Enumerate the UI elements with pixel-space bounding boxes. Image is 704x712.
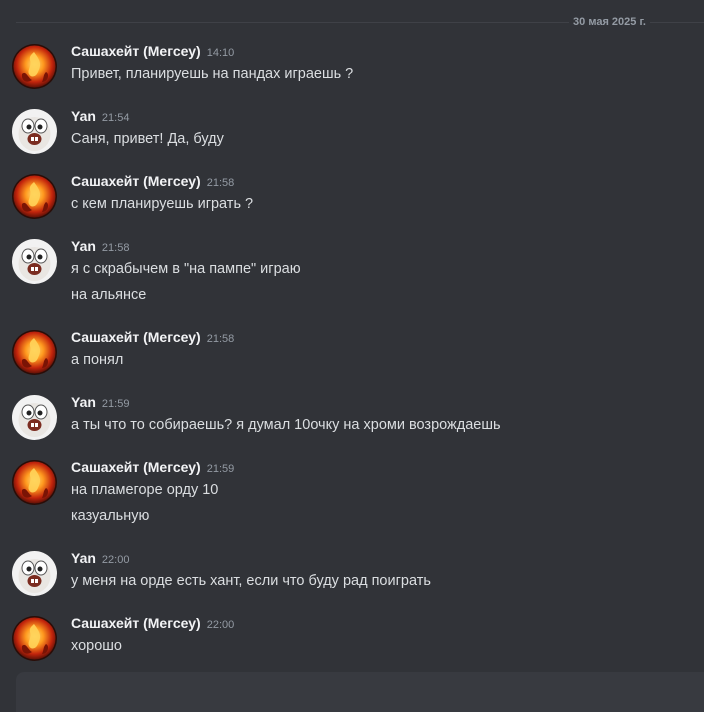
cartoon-face-avatar-icon[interactable]	[12, 239, 57, 284]
message-text: на альянсе	[71, 287, 147, 303]
message-text: я с скрабычем в "на пампе" играю	[71, 261, 301, 277]
message-group: Сашахейт (Мегсеу) 14:10 Привет, планируеш…	[0, 36, 704, 101]
message-author[interactable]: Сашахейт (Мегсеу)	[71, 459, 201, 475]
fire-avatar-icon[interactable]	[12, 616, 57, 661]
cartoon-face-avatar-icon[interactable]	[12, 395, 57, 440]
message-author[interactable]: Yan	[71, 238, 96, 254]
message-timestamp: 21:58	[101, 242, 130, 254]
message-text: на пламегоре орду 10	[71, 482, 219, 498]
date-divider: 30 мая 2025 г.	[569, 14, 650, 30]
message-list: Сашахейт (Мегсеу) 14:10 Привет, планируеш…	[0, 36, 704, 673]
fire-avatar-icon[interactable]	[12, 44, 57, 89]
message-timestamp: 21:59	[101, 398, 130, 410]
message-text: хорошо	[71, 638, 122, 654]
message-author[interactable]: Сашахейт (Мегсеу)	[71, 173, 201, 189]
message-timestamp: 21:58	[206, 177, 235, 189]
message-input[interactable]	[16, 672, 704, 712]
message-group: Yan 21:59 а ты что то собираешь? я думал …	[0, 387, 704, 452]
message-text: с кем планируешь играть ?	[71, 196, 254, 212]
message-author[interactable]: Сашахейт (Мегсеу)	[71, 615, 201, 631]
message-timestamp: 21:54	[101, 112, 130, 124]
message-group: Yan 22:00 у меня на орде есть хант, если …	[0, 543, 704, 608]
message-timestamp: 21:58	[206, 333, 235, 345]
message-timestamp: 22:00	[206, 619, 235, 631]
message-author[interactable]: Yan	[71, 550, 96, 566]
cartoon-face-avatar-icon[interactable]	[12, 109, 57, 154]
cartoon-face-avatar-icon[interactable]	[12, 551, 57, 596]
message-text: а ты что то собираешь? я думал 10очку на…	[71, 417, 501, 433]
fire-avatar-icon[interactable]	[12, 330, 57, 375]
message-author[interactable]: Сашахейт (Мегсеу)	[71, 329, 201, 345]
message-author[interactable]: Yan	[71, 394, 96, 410]
message-text: у меня на орде есть хант, если что буду …	[71, 573, 431, 589]
fire-avatar-icon[interactable]	[12, 460, 57, 505]
message-text: а понял	[71, 352, 124, 368]
message-timestamp: 21:59	[206, 463, 235, 475]
message-text: казуальную	[71, 508, 150, 524]
message-author[interactable]: Yan	[71, 108, 96, 124]
message-group: Сашахейт (Мегсеу) 21:58 а понял	[0, 322, 704, 387]
message-group: Yan 21:58 я с скрабычем в "на пампе" игра…	[0, 231, 704, 322]
message-group: Yan 21:54 Саня, привет! Да, буду	[0, 101, 704, 166]
message-timestamp: 14:10	[206, 47, 235, 59]
message-text: Саня, привет! Да, буду	[71, 131, 224, 147]
message-group: Сашахейт (Мегсеу) 21:58 с кем планируешь …	[0, 166, 704, 231]
message-text: Привет, планируешь на пандах играешь ?	[71, 66, 354, 82]
message-timestamp: 22:00	[101, 554, 130, 566]
message-group: Сашахейт (Мегсеу) 22:00 хорошо	[0, 608, 704, 673]
message-group: Сашахейт (Мегсеу) 21:59 на пламегоре орду…	[0, 452, 704, 543]
fire-avatar-icon[interactable]	[12, 174, 57, 219]
message-author[interactable]: Сашахейт (Мегсеу)	[71, 43, 201, 59]
